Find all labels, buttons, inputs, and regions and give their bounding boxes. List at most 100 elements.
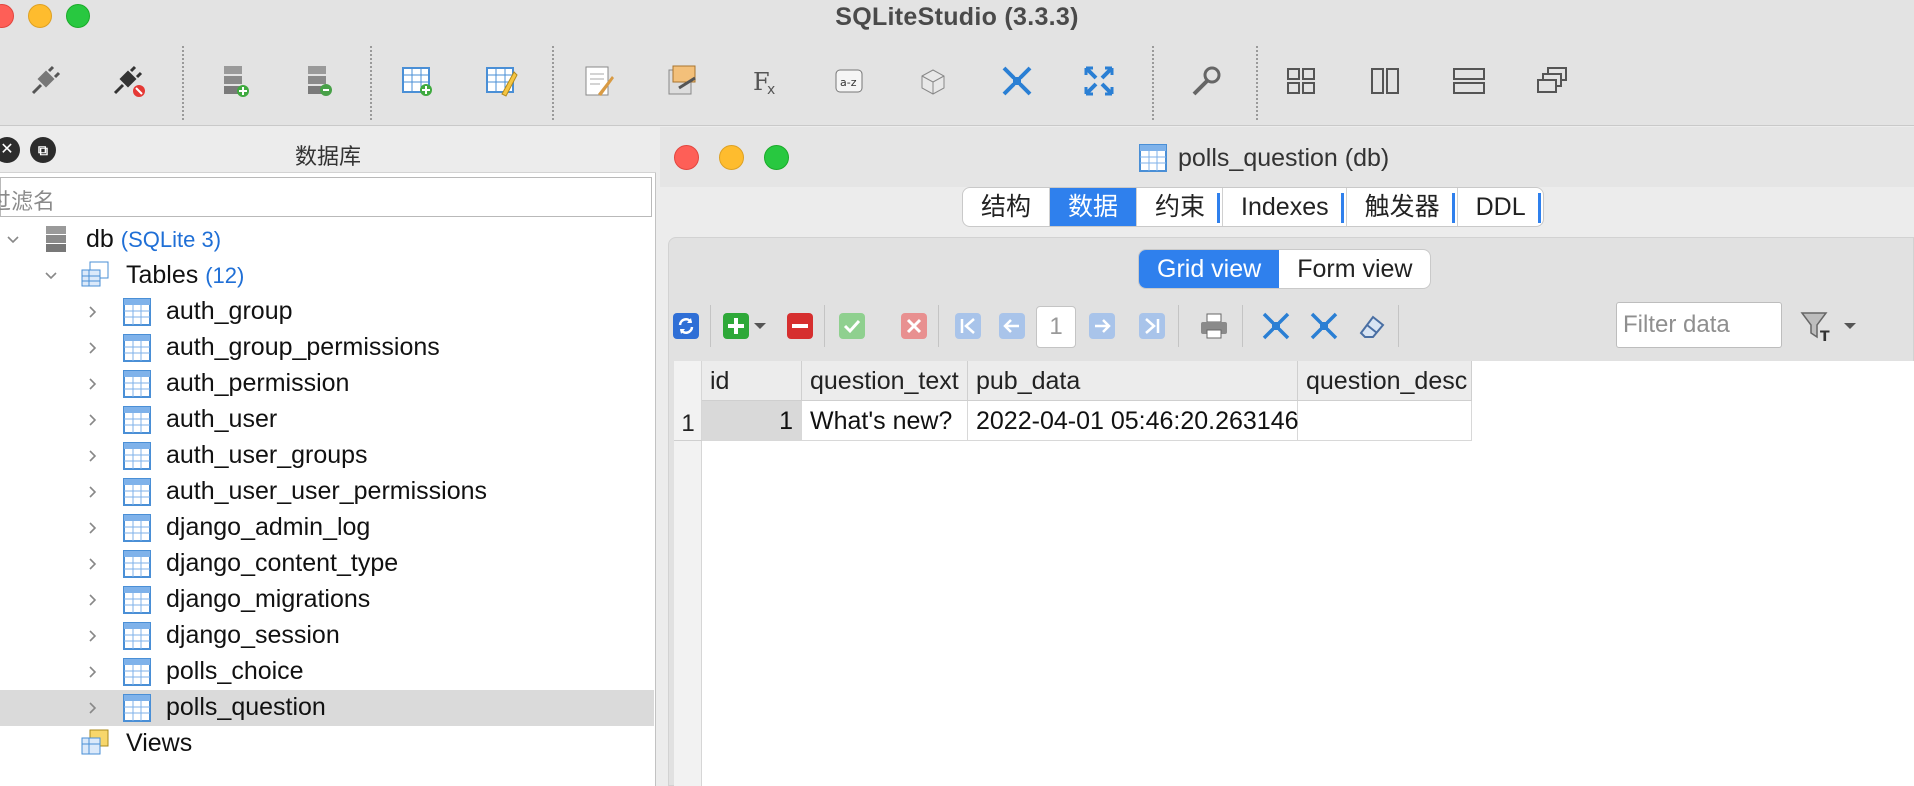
chevron-right-icon[interactable] (86, 341, 100, 355)
chevron-right-icon[interactable] (86, 305, 100, 319)
filter-mode-dropdown[interactable] (1840, 310, 1860, 342)
tile-button[interactable] (1282, 62, 1320, 100)
add-database-button[interactable] (216, 62, 254, 100)
rollback-icon (901, 313, 927, 339)
sql-editor-button[interactable] (580, 62, 618, 100)
next-page-button[interactable] (1086, 310, 1118, 342)
close-table-window-button[interactable] (674, 145, 699, 170)
tab-indexes[interactable]: Indexes (1223, 188, 1347, 226)
chevron-down-icon[interactable] (6, 233, 20, 247)
edit-database-button[interactable] (300, 62, 338, 100)
tree-item-table[interactable]: django_session (0, 618, 654, 654)
expand-button[interactable] (1080, 62, 1118, 100)
svg-text:T: T (1820, 329, 1830, 343)
delete-row-button[interactable] (784, 310, 816, 342)
last-page-button[interactable] (1136, 310, 1168, 342)
chevron-right-icon[interactable] (86, 377, 100, 391)
chevron-right-icon[interactable] (86, 665, 100, 679)
chevron-right-icon[interactable] (86, 413, 100, 427)
first-page-icon (955, 313, 981, 339)
chevron-right-icon[interactable] (86, 485, 100, 499)
refresh-button[interactable] (670, 310, 702, 342)
filter-mode-button[interactable]: T (1800, 310, 1836, 343)
chevron-right-icon[interactable] (86, 521, 100, 535)
expand-columns-button[interactable] (1308, 310, 1340, 342)
minimize-table-window-button[interactable] (719, 145, 744, 170)
chevron-right-icon[interactable] (86, 629, 100, 643)
commit-icon (839, 313, 865, 339)
tile-vertical-button[interactable] (1366, 62, 1404, 100)
tree-item-table[interactable]: auth_user (0, 402, 654, 438)
row-number[interactable]: 1 (674, 401, 702, 441)
tab-data[interactable]: 数据 (1050, 188, 1138, 226)
print-button[interactable] (1198, 310, 1230, 342)
function-editor-button[interactable]: Fx (748, 62, 786, 100)
tree-item-views[interactable]: Views (0, 726, 654, 762)
tab-ddl[interactable]: DDL (1458, 188, 1543, 226)
tree-item-table[interactable]: django_migrations (0, 582, 654, 618)
tree-item-table[interactable]: auth_group (0, 294, 654, 330)
tree-item-table[interactable]: auth_user_groups (0, 438, 654, 474)
table-icon (123, 298, 151, 326)
filter-data-input[interactable]: Filter data (1616, 302, 1782, 348)
table-icon (123, 478, 151, 506)
database-icon (46, 226, 66, 252)
tree-item-db[interactable]: db (SQLite 3) (0, 222, 654, 258)
clear-filter-button[interactable] (1356, 310, 1388, 342)
collapse-button[interactable] (998, 62, 1036, 100)
toolbar-separator (1242, 305, 1243, 347)
insert-row-button[interactable] (720, 310, 752, 342)
cell-id[interactable]: 1 (702, 401, 802, 441)
connect-db-button[interactable] (26, 62, 64, 100)
tile-horizontal-button[interactable] (1450, 62, 1488, 100)
import-button[interactable] (664, 62, 702, 100)
tree-item-table[interactable]: auth_user_user_permissions (0, 474, 654, 510)
tab-constraints[interactable]: 约束 (1137, 188, 1224, 226)
toolbar-separator (552, 46, 554, 120)
create-table-button[interactable] (398, 62, 436, 100)
tree-item-tables[interactable]: Tables (12) (0, 258, 654, 294)
tree-item-table[interactable]: auth_permission (0, 366, 654, 402)
cell-question-text[interactable]: What's new? (802, 401, 968, 441)
maximize-table-window-button[interactable] (764, 145, 789, 170)
tab-structure[interactable]: 结构 (963, 188, 1051, 226)
edit-table-button[interactable] (482, 62, 520, 100)
chevron-right-icon[interactable] (86, 557, 100, 571)
form-view-button[interactable]: Form view (1279, 250, 1430, 288)
collapse-columns-button[interactable] (1260, 310, 1292, 342)
tree-item-table[interactable]: auth_group_permissions (0, 330, 654, 366)
chevron-down-icon[interactable] (44, 269, 58, 283)
collation-button[interactable]: a-z (830, 62, 868, 100)
chevron-right-icon[interactable] (86, 593, 100, 607)
previous-page-button[interactable] (996, 310, 1028, 342)
filter-name-input[interactable]: 过滤名 (0, 177, 652, 217)
grid-view-button[interactable]: Grid view (1139, 250, 1280, 288)
tree-item-table-selected[interactable]: polls_question (0, 690, 654, 726)
config-wrench-button[interactable] (1186, 62, 1224, 100)
tree-item-table[interactable]: polls_choice (0, 654, 654, 690)
disconnect-db-button[interactable] (110, 62, 148, 100)
tree-label-table: auth_user_user_permissions (166, 477, 488, 505)
import-icon (668, 65, 696, 95)
chevron-right-icon[interactable] (86, 701, 100, 715)
cell-question-desc[interactable] (1298, 401, 1472, 441)
insert-row-dropdown[interactable] (750, 310, 770, 342)
commit-button[interactable] (836, 310, 868, 342)
column-header-id[interactable]: id (702, 361, 802, 401)
toolbar-separator (710, 305, 711, 347)
column-header-question-desc[interactable]: question_desc (1298, 361, 1472, 401)
page-number-input[interactable]: 1 (1036, 306, 1076, 348)
extension-button[interactable] (914, 62, 952, 100)
first-page-button[interactable] (952, 310, 984, 342)
column-header-question-text[interactable]: question_text (802, 361, 968, 401)
cascade-button[interactable] (1534, 62, 1572, 100)
rollback-button[interactable] (898, 310, 930, 342)
connect-db-icon (31, 65, 61, 95)
toolbar-separator (1398, 305, 1399, 347)
cell-pub-data[interactable]: 2022-04-01 05:46:20.263146 (968, 401, 1299, 441)
chevron-right-icon[interactable] (86, 449, 100, 463)
column-header-pub-data[interactable]: pub_data (968, 361, 1298, 401)
tree-item-table[interactable]: django_content_type (0, 546, 654, 582)
tree-item-table[interactable]: django_admin_log (0, 510, 654, 546)
tab-triggers[interactable]: 触发器 (1347, 188, 1458, 226)
